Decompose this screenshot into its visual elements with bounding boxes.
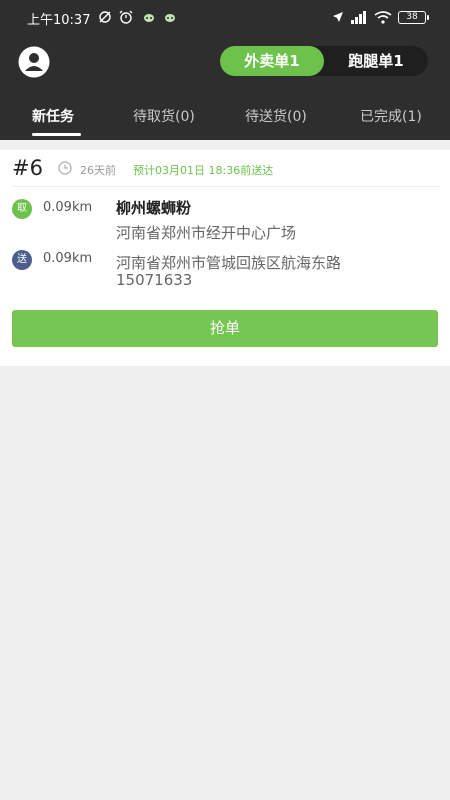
app-notification-icon — [144, 14, 154, 22]
tab-completed[interactable]: 已完成(1) — [360, 106, 422, 126]
divider — [12, 186, 440, 187]
order-type-switch: 外卖单1 跑腿单1 — [220, 46, 428, 76]
sync-off-icon — [99, 11, 111, 23]
wifi-icon — [374, 10, 392, 24]
order-time-ago: 26天前 — [80, 164, 116, 177]
status-bar: 上午10:37 38 — [0, 0, 450, 34]
segment-errand[interactable]: 跑腿单1 — [324, 46, 428, 76]
top-header: 上午10:37 38 外卖单1 跑腿单1 新任务 待取货(0) 待送货(0) 已… — [0, 0, 450, 140]
grab-order-button[interactable]: 抢单 — [12, 310, 438, 347]
tab-new-task[interactable]: 新任务 — [32, 106, 74, 126]
pickup-address: 河南省郑州市经开中心广场 — [116, 224, 297, 242]
customer-phone: 15071633 — [116, 271, 193, 289]
signal-icon — [351, 10, 366, 24]
segment-takeout[interactable]: 外卖单1 — [220, 46, 324, 76]
status-right: 38 — [332, 9, 429, 25]
delivery-address: 河南省郑州市管城回族区航海东路 — [116, 254, 342, 272]
tab-pending-delivery[interactable]: 待送货(0) — [245, 106, 307, 126]
delivery-badge: 送 — [12, 250, 32, 270]
shop-name: 柳州螺蛳粉 — [116, 199, 192, 217]
order-card: #6 26天前 预计03月01日 18:36前送达 取 0.09km 柳州螺蛳粉… — [0, 150, 450, 366]
clock-icon — [58, 161, 72, 175]
pickup-badge: 取 — [12, 199, 32, 219]
status-time: 上午10:37 — [27, 13, 91, 28]
order-number: #6 — [12, 156, 43, 180]
pickup-distance: 0.09km — [43, 200, 93, 215]
battery-icon: 38 — [398, 10, 429, 24]
tab-pending-pickup[interactable]: 待取货(0) — [133, 106, 195, 126]
app-notification-icon — [165, 14, 175, 22]
order-eta: 预计03月01日 18:36前送达 — [133, 164, 274, 177]
active-tab-indicator — [32, 133, 81, 136]
location-arrow-icon — [333, 12, 343, 22]
delivery-distance: 0.09km — [43, 251, 93, 266]
user-icon[interactable] — [18, 46, 50, 78]
alarm-icon — [119, 10, 133, 24]
task-tabs: 新任务 待取货(0) 待送货(0) 已完成(1) — [0, 96, 450, 140]
